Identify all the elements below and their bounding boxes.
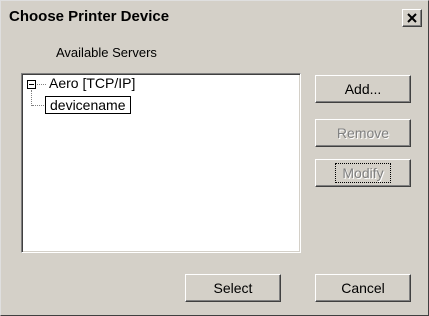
remove-button[interactable]: Remove bbox=[315, 119, 411, 147]
close-icon bbox=[407, 13, 417, 23]
select-button[interactable]: Select bbox=[185, 274, 281, 302]
title-bar[interactable]: Choose Printer Device bbox=[3, 3, 426, 31]
choose-printer-dialog: Choose Printer Device Available Servers … bbox=[0, 0, 429, 316]
remove-button-label: Remove bbox=[336, 125, 390, 141]
tree-connector bbox=[31, 90, 32, 106]
modify-button-label: Modify bbox=[335, 163, 391, 183]
tree-connector bbox=[37, 84, 46, 85]
modify-button[interactable]: Modify bbox=[315, 159, 411, 187]
available-servers-label: Available Servers bbox=[56, 45, 157, 60]
cancel-button[interactable]: Cancel bbox=[315, 274, 411, 302]
tree-connector bbox=[32, 105, 44, 106]
servers-tree[interactable]: Aero [TCP/IP] devicename bbox=[21, 73, 301, 253]
tree-node-aero[interactable]: Aero [TCP/IP] bbox=[49, 75, 135, 91]
minus-box-icon[interactable] bbox=[27, 80, 36, 89]
add-button[interactable]: Add... bbox=[315, 75, 411, 103]
select-button-label: Select bbox=[213, 280, 253, 296]
cancel-button-label: Cancel bbox=[341, 280, 385, 296]
tree-node-devicename-edit[interactable]: devicename bbox=[45, 96, 131, 114]
window-title: Choose Printer Device bbox=[9, 8, 170, 25]
add-button-label: Add... bbox=[344, 81, 382, 97]
close-button[interactable] bbox=[402, 9, 422, 27]
